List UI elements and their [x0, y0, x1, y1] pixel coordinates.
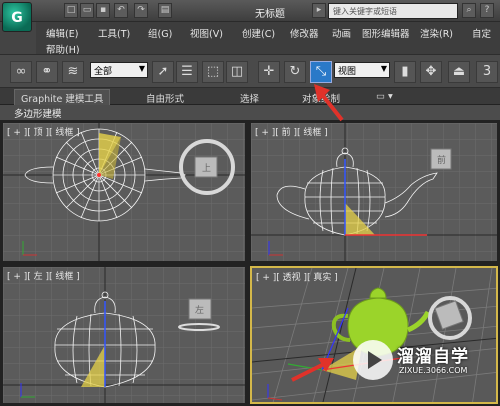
title-bar: G □ ▭ ▪ ↶ ↷ ▤ 无标题 ▸ 键入关键字或短语 ⌕ ?: [0, 0, 500, 32]
tab-selection[interactable]: 选择: [240, 91, 259, 105]
menu-group[interactable]: 组(G): [148, 26, 172, 40]
window-title: 无标题: [255, 9, 285, 20]
menu-views[interactable]: 视图(V): [190, 26, 223, 40]
chevron-down-icon: ▼: [138, 64, 145, 73]
viewport-front-canvas: 前: [251, 123, 497, 261]
unlink-icon[interactable]: ⚭: [36, 61, 58, 83]
menu-edit[interactable]: 编辑(E): [46, 26, 78, 40]
undo-icon[interactable]: ↶: [114, 3, 128, 18]
app-logo[interactable]: G: [2, 2, 32, 32]
watermark-url: ZIXUE.3066.COM: [399, 366, 468, 375]
polygon-modeling-label[interactable]: 多边形建模: [14, 106, 62, 120]
link-icon[interactable]: ∞: [10, 61, 32, 83]
move-icon[interactable]: ✛: [258, 61, 280, 83]
search-icon[interactable]: ⌕: [462, 3, 476, 18]
selection-filter-dropdown[interactable]: 全部 ▼: [90, 62, 148, 78]
redo-icon[interactable]: ↷: [134, 3, 148, 18]
viewport-top[interactable]: 上 [ + ][ 顶 ][ 线框 ]: [2, 122, 246, 262]
rect-region-icon[interactable]: ⬚: [202, 61, 224, 83]
rotate-icon[interactable]: ↻: [284, 61, 306, 83]
annotation-arrow-icon: [314, 84, 344, 122]
menu-rendering[interactable]: 渲染(R): [420, 26, 453, 40]
tab-freeform[interactable]: 自由形式: [146, 91, 184, 105]
select-icon[interactable]: ➚: [152, 61, 174, 83]
search-input[interactable]: 键入关键字或短语: [328, 3, 458, 19]
menu-modifiers[interactable]: 修改器: [290, 26, 319, 40]
project-folder-icon[interactable]: ▤: [158, 3, 172, 18]
window-crossing-icon[interactable]: ◫: [226, 61, 248, 83]
help-icon[interactable]: ?: [480, 3, 494, 18]
viewport-front-label[interactable]: [ + ][ 前 ][ 线框 ]: [255, 125, 328, 138]
bind-spacewarp-icon[interactable]: ≋: [62, 61, 84, 83]
watermark-play-icon: [353, 340, 393, 380]
menu-graph-editors[interactable]: 图形编辑器: [362, 26, 410, 40]
viewport-perspective-label[interactable]: [ + ][ 透视 ][ 真实 ]: [256, 270, 338, 283]
watermark-logo: 溜溜自学 ZIXUE.3066.COM: [353, 340, 500, 384]
watermark-name: 溜溜自学: [397, 347, 469, 367]
select-by-name-icon[interactable]: ☰: [176, 61, 198, 83]
chevron-down-icon: ▼: [380, 64, 387, 73]
menu-animation[interactable]: 动画: [332, 26, 351, 40]
viewport-left-canvas: 左: [3, 267, 245, 403]
ribbon-subbar: 多边形建模: [0, 105, 500, 120]
ref-coord-value: 视图: [338, 67, 357, 77]
viewcube-left-label: 左: [195, 304, 204, 316]
menu-tools[interactable]: 工具(T): [98, 26, 130, 40]
manipulate-icon[interactable]: ✥: [420, 61, 442, 83]
selection-filter-value: 全部: [94, 67, 113, 77]
tab-graphite[interactable]: Graphite 建模工具: [14, 89, 111, 106]
main-toolbar: ∞ ⚭ ≋ 全部 ▼ ➚ ☰ ⬚ ◫ ✛ ↻ ⤡ 视图 ▼ ▮ ✥ ⏏ 3: [0, 54, 500, 88]
viewport-left[interactable]: 左 [ + ][ 左 ][ 线框 ]: [2, 266, 246, 404]
keyboard-shortcut-icon[interactable]: ⏏: [448, 61, 470, 83]
viewport-top-canvas: 上: [3, 123, 245, 261]
ref-coord-dropdown[interactable]: 视图 ▼: [334, 62, 390, 78]
menu-customize[interactable]: 自定: [472, 26, 491, 40]
save-file-icon[interactable]: ▪: [96, 3, 110, 18]
ribbon-tabs: Graphite 建模工具 自由形式 选择 对象绘制 ▭ ▾: [0, 88, 500, 106]
snap-icon[interactable]: 3: [476, 61, 498, 83]
viewport-top-label[interactable]: [ + ][ 顶 ][ 线框 ]: [7, 125, 80, 138]
dropdown-arrow-icon[interactable]: ▸: [312, 3, 326, 18]
scale-icon[interactable]: ⤡: [310, 61, 332, 83]
viewcube-front-label: 前: [437, 154, 446, 166]
viewport-front[interactable]: 前 [ + ][ 前 ][ 线框 ]: [250, 122, 498, 262]
pivot-icon[interactable]: ▮: [394, 61, 416, 83]
new-file-icon[interactable]: □: [64, 3, 78, 18]
menu-create[interactable]: 创建(C): [242, 26, 275, 40]
open-file-icon[interactable]: ▭: [80, 3, 94, 18]
viewcube-top-label: 上: [202, 163, 211, 174]
menu-bar: 编辑(E) 工具(T) 组(G) 视图(V) 创建(C) 修改器 动画 图形编辑…: [36, 22, 500, 56]
viewport-left-label[interactable]: [ + ][ 左 ][ 线框 ]: [7, 269, 80, 282]
ribbon-options-icon[interactable]: ▭ ▾: [376, 91, 393, 102]
annotation-arrow-icon: [291, 358, 334, 382]
